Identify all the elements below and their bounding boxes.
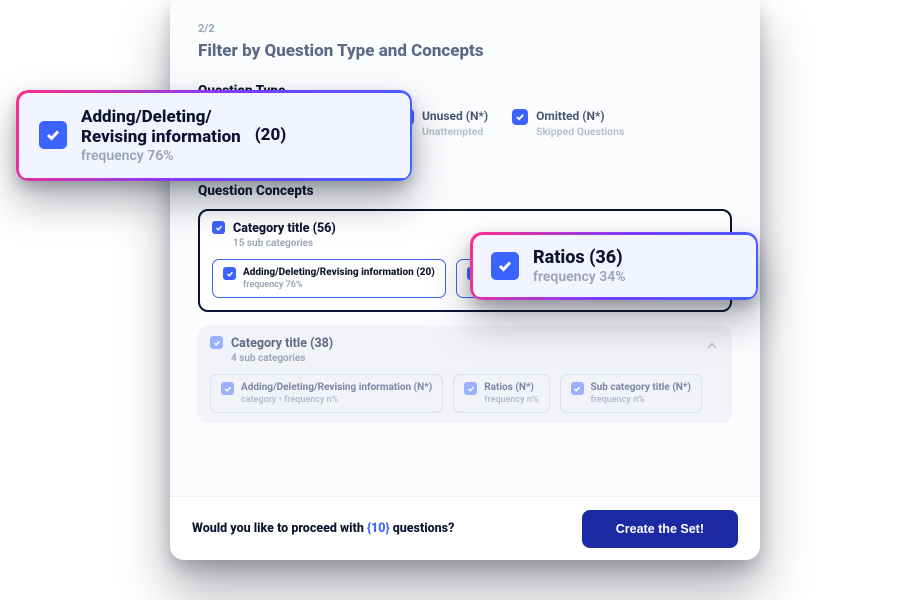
qtype-count: (N*) xyxy=(466,109,488,123)
subcat-count: (20) xyxy=(416,267,435,278)
qtype-sublabel: Unattempted xyxy=(422,125,488,138)
category-count: (38) xyxy=(310,336,333,351)
highlight-sub: frequency 34% xyxy=(533,269,626,285)
checkbox-icon[interactable] xyxy=(210,336,223,349)
category-header[interactable]: Category title (38) 4 sub categories xyxy=(210,336,720,364)
subcat-title: Adding/Deleting/Revising information xyxy=(241,382,411,393)
category-title: Category title xyxy=(233,221,309,236)
subcategory-row: Adding/Deleting/Revising information (N*… xyxy=(210,374,720,413)
subcat-count: (N*) xyxy=(672,382,691,393)
subcategory-chip[interactable]: Sub category title (N*) frequency n% xyxy=(560,374,702,413)
chevron-up-icon[interactable] xyxy=(706,340,718,352)
qtype-label: Omitted xyxy=(536,109,579,123)
subcategory-chip[interactable]: Adding/Deleting/Revising information (N*… xyxy=(210,374,443,413)
category-title: Category title xyxy=(231,336,307,351)
prompt-pre: Would you like to proceed with xyxy=(192,521,367,536)
checkbox-icon[interactable] xyxy=(223,267,236,280)
highlight-title: Ratios xyxy=(533,247,585,268)
checkbox-icon[interactable] xyxy=(512,109,528,125)
checkbox-icon[interactable] xyxy=(221,382,234,395)
highlight-title-line1: Adding/Deleting/ xyxy=(81,107,241,127)
highlight-sub: frequency 76% xyxy=(81,148,241,164)
create-set-button[interactable]: Create the Set! xyxy=(582,510,738,548)
subcat-sub: frequency 76% xyxy=(243,280,435,290)
subcategory-chip[interactable]: Adding/Deleting/Revising information (20… xyxy=(212,259,446,298)
question-concepts-heading: Question Concepts xyxy=(198,183,732,199)
subcat-sub: frequency n% xyxy=(484,395,538,405)
panel-title: Filter by Question Type and Concepts xyxy=(198,41,732,61)
checkbox-icon[interactable] xyxy=(464,382,477,395)
checkbox-icon[interactable] xyxy=(491,252,519,280)
subcat-title: Ratios xyxy=(484,382,513,393)
subcat-title: Adding/Deleting/Revising information xyxy=(243,267,414,278)
subcat-count: (N*) xyxy=(414,382,433,393)
category-subcount: 4 sub categories xyxy=(231,353,333,364)
category-subcount: 15 sub categories xyxy=(233,238,336,249)
subcat-sub: frequency n% xyxy=(591,395,691,405)
subcategory-chip[interactable]: Ratios (N*) frequency n% xyxy=(453,374,549,413)
highlight-card-adding: Adding/Deleting/ Revising information fr… xyxy=(16,90,412,181)
qtype-count: (N*) xyxy=(582,109,604,123)
footer-bar: Would you like to proceed with {10} ques… xyxy=(170,496,760,560)
checkbox-icon[interactable] xyxy=(571,382,584,395)
qtype-label: Unused xyxy=(422,109,463,123)
checkbox-icon[interactable] xyxy=(39,121,67,149)
highlight-count: (36) xyxy=(589,247,622,268)
category-count: (56) xyxy=(313,221,336,236)
highlight-card-ratios: Ratios (36) frequency 34% xyxy=(470,232,758,300)
prompt-post: questions? xyxy=(390,521,455,536)
question-count: {10} xyxy=(367,521,390,536)
step-indicator: 2/2 xyxy=(198,22,732,35)
highlight-title-line2: Revising information xyxy=(81,127,241,147)
highlight-count: (20) xyxy=(255,125,287,145)
checkbox-icon[interactable] xyxy=(212,221,225,234)
question-type-option-omitted[interactable]: Omitted (N*) Skipped Questions xyxy=(512,109,624,138)
subcat-title: Sub category title xyxy=(591,382,670,393)
subcat-count: (N*) xyxy=(515,382,534,393)
category-box-2: Category title (38) 4 sub categories Add… xyxy=(198,326,732,423)
subcat-sub: category • frequency n% xyxy=(241,395,432,405)
proceed-prompt: Would you like to proceed with {10} ques… xyxy=(192,521,454,536)
qtype-sublabel: Skipped Questions xyxy=(536,125,624,138)
